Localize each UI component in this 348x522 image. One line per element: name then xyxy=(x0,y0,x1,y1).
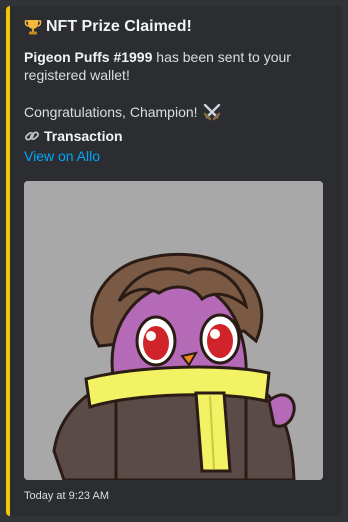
embed-title: NFT Prize Claimed! xyxy=(24,18,192,36)
nft-image[interactable] xyxy=(24,181,323,480)
embed-title-text: NFT Prize Claimed! xyxy=(46,18,192,35)
nft-name: Pigeon Puffs #1999 xyxy=(24,49,153,65)
embed-description: Pigeon Puffs #1999 has been sent to your… xyxy=(24,48,324,84)
trophy-icon xyxy=(24,18,42,36)
transaction-label: Transaction xyxy=(44,128,123,144)
description-line1: has been sent to your xyxy=(152,49,291,65)
congrats-text: Congratulations, Champion! xyxy=(24,104,198,120)
congrats-row: Congratulations, Champion! xyxy=(24,102,222,122)
link-icon xyxy=(24,128,40,144)
pigeon-nft-avatar xyxy=(24,181,323,480)
message-embed: NFT Prize Claimed! Pigeon Puffs #1999 ha… xyxy=(6,6,342,516)
transaction-field-name: Transaction xyxy=(24,127,123,145)
view-on-allo-link[interactable]: View on Allo xyxy=(24,147,100,165)
embed-timestamp: Today at 9:23 AM xyxy=(24,490,109,502)
embed-accent-bar xyxy=(6,6,10,516)
description-line2: registered wallet! xyxy=(24,67,130,83)
crossed-swords-icon xyxy=(202,102,222,122)
